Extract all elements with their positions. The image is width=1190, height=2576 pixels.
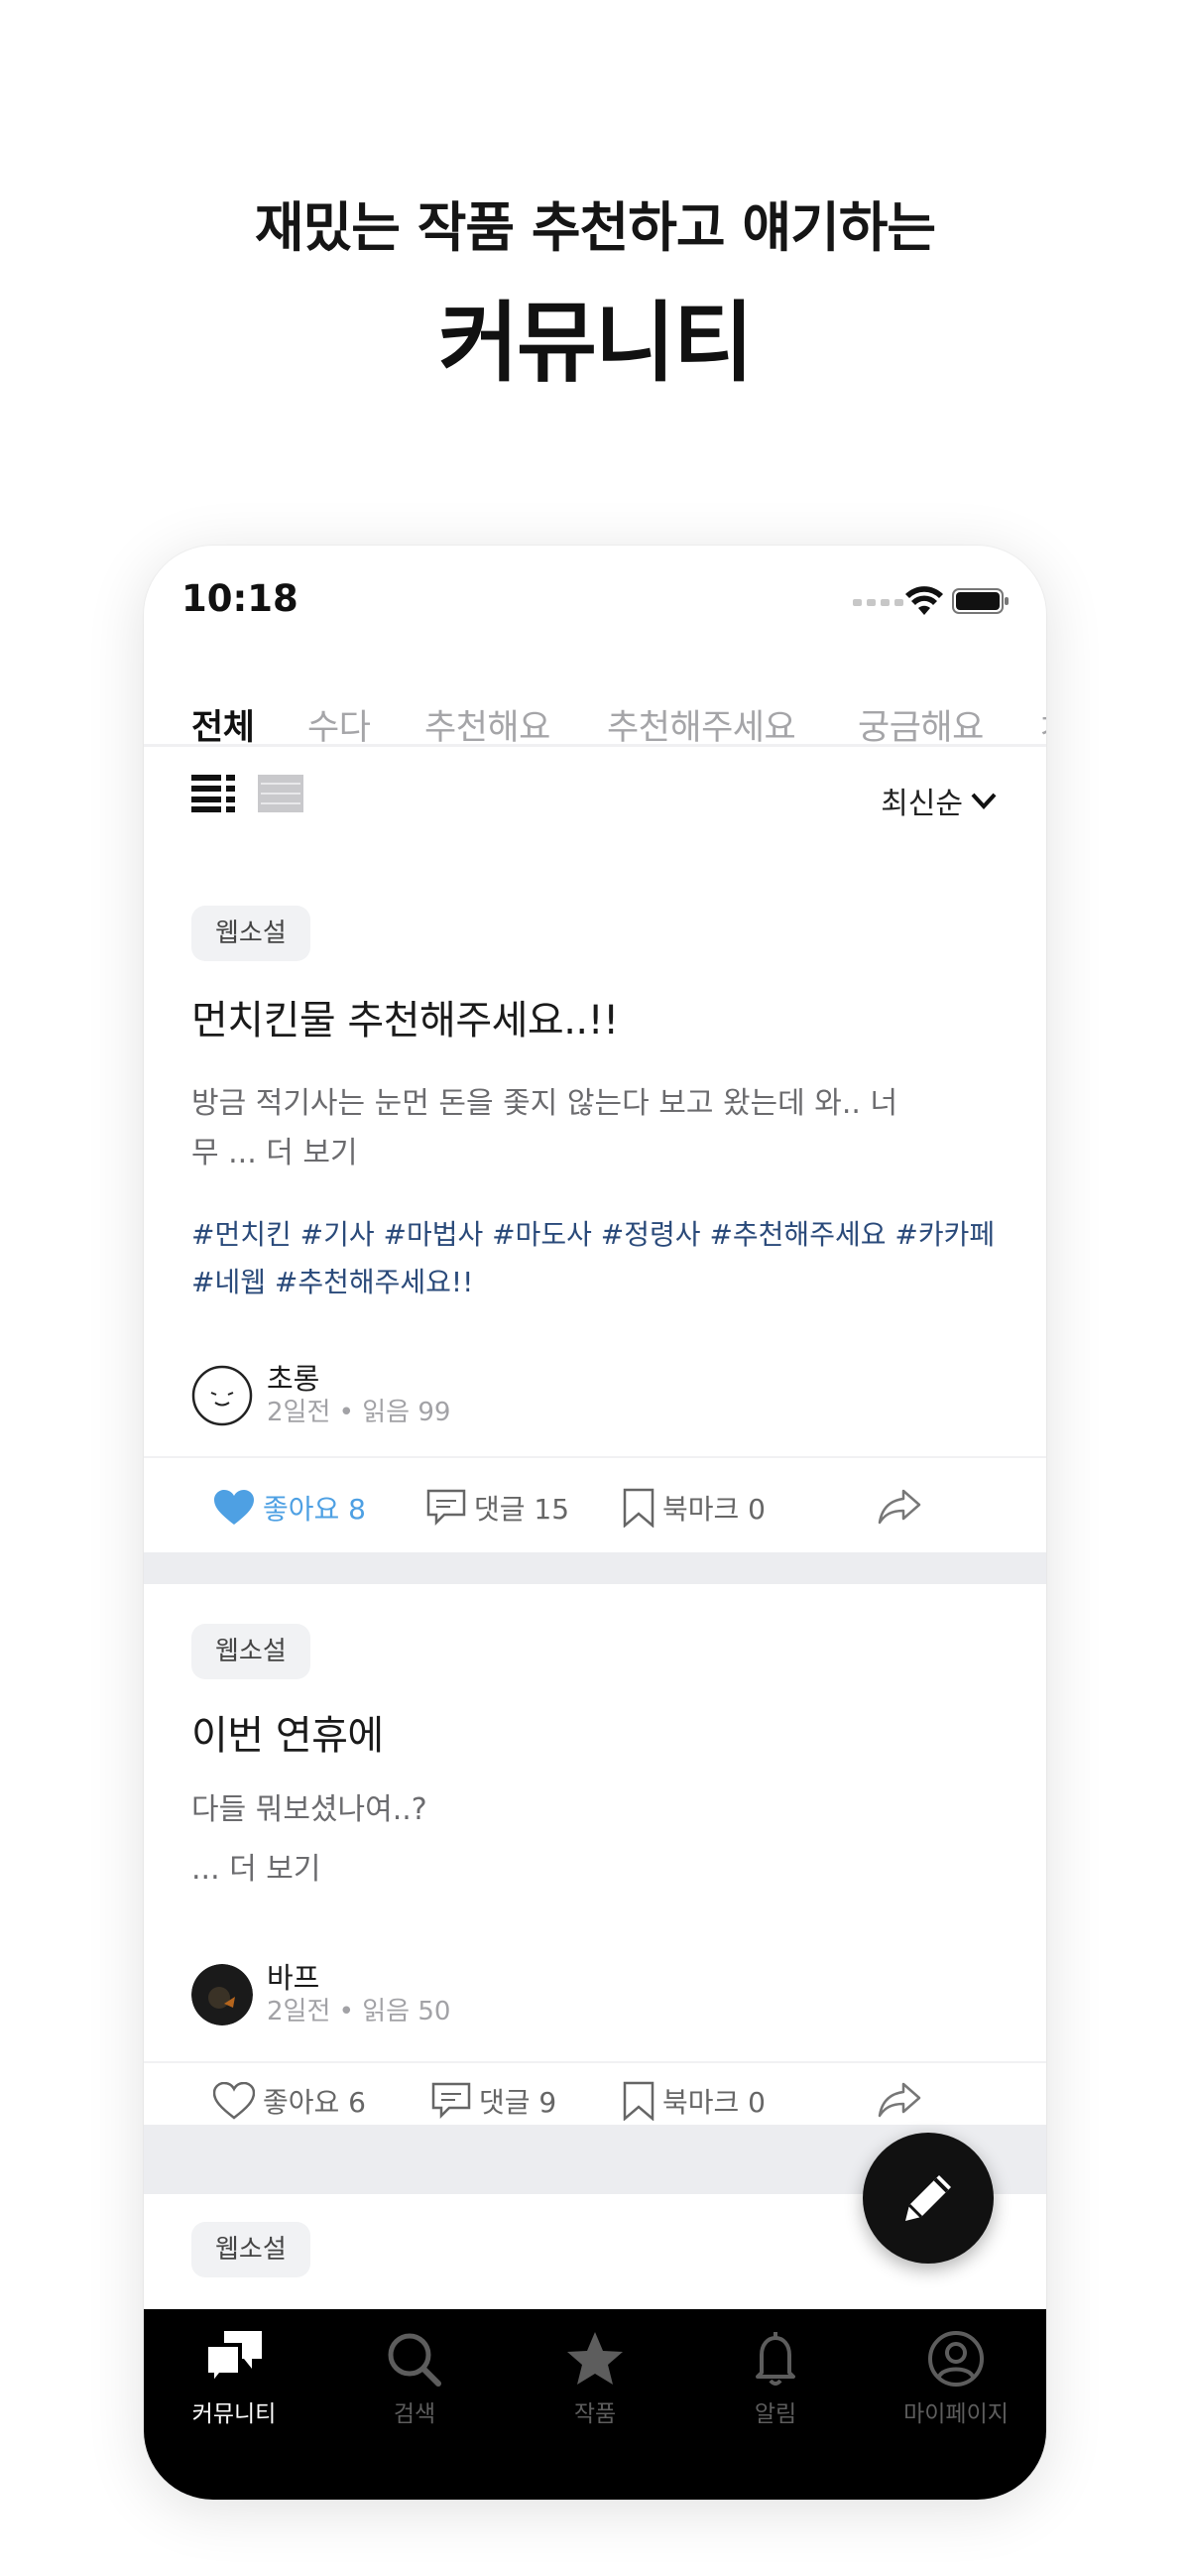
write-post-button[interactable] [863,2133,994,2264]
tab-more[interactable]: ㅈ [1036,699,1046,750]
author-name: 초롱 [267,1362,320,1396]
tab-request-recommend[interactable]: 추천해주세요 [607,699,796,750]
share-button[interactable] [878,1488,921,1526]
status-time: 10:18 [181,577,298,620]
tab-label: 마이페이지 [903,2401,1009,2427]
hashtag-line[interactable]: #네웹 #추천해주세요!! [191,1259,1000,1306]
like-button[interactable]: 좋아요 6 [213,2081,366,2121]
community-icon [204,2331,262,2389]
card-view-icon[interactable] [258,775,303,812]
post-hashtags: #먼치킨 #기사 #마법사 #마도사 #정령사 #추천해주세요 #카카페 #네웹… [191,1211,1000,1306]
avatar [191,1365,253,1426]
post-title[interactable]: 먼치킨물 추천해주세요..!! [191,988,619,1045]
like-button[interactable]: 좋아요 8 [213,1488,366,1528]
bookmark-button[interactable]: 북마크 0 [623,2081,766,2121]
search-icon [388,2333,441,2387]
tab-notifications[interactable]: 알림 [685,2329,866,2428]
heart-filled-icon [214,1490,254,1525]
tab-label: 커뮤니티 [191,2401,277,2427]
post-title[interactable]: 이번 연휴에 [191,1703,384,1761]
like-count: 좋아요 6 [263,2086,366,2119]
post-excerpt-line: 방금 적기사는 눈먼 돈을 좇지 않는다 보고 왔는데 와.. 너 [191,1086,898,1121]
hashtag-line[interactable]: #먼치킨 #기사 #마법사 #마도사 #정령사 #추천해주세요 #카카페 [191,1211,1000,1259]
author-name: 바프 [267,1961,320,1995]
star-icon [567,2332,623,2385]
share-icon [878,2082,921,2118]
cellular-signal-icon [853,599,903,606]
bookmark-count: 북마크 0 [662,1493,766,1526]
headline-subtitle: 재밌는 작품 추천하고 얘기하는 [254,196,936,259]
category-badge: 웹소설 [191,1624,310,1679]
profile-icon [928,2331,984,2387]
chevron-down-icon [971,793,997,809]
tab-chat[interactable]: 수다 [307,699,371,750]
tab-community[interactable]: 커뮤니티 [144,2329,324,2428]
status-bar: 10:18 [144,546,1046,655]
tab-works[interactable]: 작품 [505,2329,685,2428]
bookmark-icon [623,1488,654,1528]
tab-question[interactable]: 궁금해요 [858,699,984,750]
bookmark-count: 북마크 0 [662,2086,766,2119]
headline-title: 커뮤니티 [438,292,754,394]
post-actions: 좋아요 8 댓글 15 북마크 0 [144,1458,1046,1552]
tab-recommend[interactable]: 추천해요 [424,699,550,750]
category-tabs: 전체 수다 추천해요 추천해주세요 궁금해요 ㅈ [144,655,1046,771]
post-meta: 2일전 • 읽음 50 [267,1997,451,2026]
post-excerpt-line: 다들 뭐보셨나여..? [191,1792,427,1827]
bookmark-icon [623,2081,654,2121]
comment-count: 댓글 15 [474,1493,570,1526]
comment-count: 댓글 9 [479,2086,557,2119]
tab-label: 알림 [754,2401,797,2427]
post-actions: 좋아요 6 댓글 9 북마크 0 [144,2063,1046,2125]
category-badge: 웹소설 [191,906,310,961]
post-excerpt: 방금 적기사는 눈먼 돈을 좇지 않는다 보고 왔는데 와.. 너 무 ... … [191,1079,955,1178]
like-count: 좋아요 8 [263,1493,366,1526]
share-icon [878,1489,921,1525]
read-more-link[interactable]: 무 ... 더 보기 [191,1129,955,1178]
tab-search[interactable]: 검색 [324,2329,505,2428]
comment-button[interactable]: 댓글 15 [426,1488,569,1528]
post-card[interactable]: 웹소설 먼치킨물 추천해주세요..!! 방금 적기사는 눈먼 돈을 좇지 않는다… [144,856,1046,1516]
comment-icon [426,1489,466,1527]
battery-icon [952,588,1009,614]
tab-all[interactable]: 전체 [191,699,255,750]
tab-label: 검색 [393,2401,436,2427]
read-more-link[interactable]: ... 더 보기 [191,1840,955,1900]
avatar [191,1964,253,2025]
list-view-icon[interactable] [191,775,235,812]
tab-label: 작품 [573,2401,617,2427]
pencil-icon [905,2175,951,2221]
heart-outline-icon [213,2082,255,2120]
category-badge: 웹소설 [191,2222,310,2277]
feed-toolbar: 최신순 [144,747,1046,856]
bottom-tab-bar: 커뮤니티 검색 작품 알림 마이페이지 [144,2309,1046,2500]
comment-button[interactable]: 댓글 9 [431,2081,556,2121]
post-card[interactable]: 웹소설 이번 연휴에 다들 뭐보셨나여..? ... 더 보기 바프 2일전 •… [144,1584,1046,2125]
bookmark-button[interactable]: 북마크 0 [623,1488,766,1528]
post-author[interactable]: 바프 2일전 • 읽음 50 [191,1961,450,2028]
post-author[interactable]: 초롱 2일전 • 읽음 99 [191,1362,450,1429]
sort-label: 최신순 [881,787,963,821]
tab-my-page[interactable]: 마이페이지 [866,2329,1046,2428]
share-button[interactable] [878,2081,921,2119]
wifi-icon [905,586,943,615]
bell-icon [756,2332,795,2386]
post-meta: 2일전 • 읽음 99 [267,1398,451,1427]
sort-dropdown[interactable]: 최신순 [881,779,999,822]
post-excerpt: 다들 뭐보셨나여..? ... 더 보기 [191,1780,955,1900]
comment-icon [431,2082,471,2120]
phone-frame: 10:18 전체 수다 추천해요 추천해주세요 궁금해요 ㅈ [144,546,1046,2500]
